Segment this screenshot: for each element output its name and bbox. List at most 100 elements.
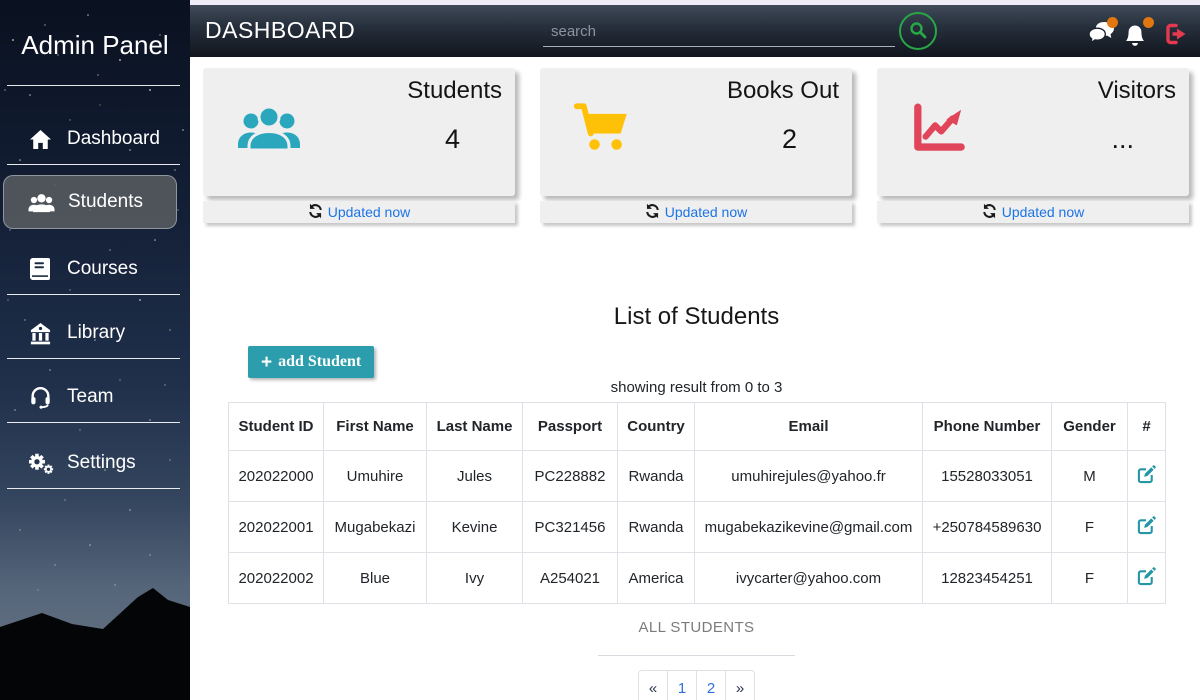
sidebar-item-team[interactable]: Team bbox=[0, 372, 190, 422]
edit-icon bbox=[1137, 465, 1156, 484]
pagination: « 1 2 » bbox=[638, 670, 755, 700]
sidebar-item-label: Dashboard bbox=[67, 128, 160, 150]
divider bbox=[7, 164, 180, 165]
card-title: Visitors bbox=[1098, 77, 1176, 105]
pagination-page-1[interactable]: 1 bbox=[667, 670, 697, 700]
refresh-icon bbox=[982, 203, 997, 222]
result-summary: showing result from 0 to 3 bbox=[228, 379, 1165, 396]
admin-dashboard-page: Admin Panel Dashboard bbox=[0, 0, 1200, 700]
col-first-name: First Name bbox=[324, 403, 427, 451]
sidebar-item-library[interactable]: Library bbox=[0, 308, 190, 358]
cell-last-name: Jules bbox=[427, 451, 523, 502]
sidebar-item-label: Team bbox=[67, 386, 113, 408]
books-out-card[interactable]: Books Out 2 bbox=[540, 68, 852, 196]
sidebar-item-settings[interactable]: Settings bbox=[0, 438, 190, 488]
card-footer-label: Updated now bbox=[1002, 204, 1085, 220]
cell-gender: F bbox=[1052, 502, 1128, 553]
sidebar-item-dashboard[interactable]: Dashboard bbox=[0, 114, 190, 164]
sidebar: Admin Panel Dashboard bbox=[0, 0, 190, 700]
sidebar-item-students[interactable]: Students bbox=[3, 175, 177, 229]
table-row: 202022002 Blue Ivy A254021 America ivyca… bbox=[229, 553, 1166, 604]
col-last-name: Last Name bbox=[427, 403, 523, 451]
search-icon bbox=[909, 21, 927, 42]
edit-row-button[interactable] bbox=[1128, 553, 1166, 604]
notifications-button[interactable] bbox=[1124, 21, 1152, 47]
cell-email: ivycarter@yahoo.com bbox=[695, 553, 923, 604]
sidebar-item-courses[interactable]: Courses bbox=[0, 244, 190, 294]
add-student-button[interactable]: + add Student bbox=[248, 346, 374, 378]
cell-passport: PC228882 bbox=[523, 451, 618, 502]
search-button[interactable] bbox=[899, 12, 937, 50]
notification-dot bbox=[1143, 17, 1154, 28]
col-email: Email bbox=[695, 403, 923, 451]
cell-phone: 15528033051 bbox=[923, 451, 1052, 502]
cell-first-name: Mugabekazi bbox=[324, 502, 427, 553]
pagination-page-2[interactable]: 2 bbox=[696, 670, 726, 700]
col-phone: Phone Number bbox=[923, 403, 1052, 451]
sidebar-item-label: Settings bbox=[67, 452, 136, 474]
divider bbox=[7, 488, 180, 489]
table-footer-label: ALL STUDENTS bbox=[228, 619, 1165, 636]
card-value: ... bbox=[1111, 124, 1134, 155]
col-gender: Gender bbox=[1052, 403, 1128, 451]
table-header-row: Student ID First Name Last Name Passport… bbox=[229, 403, 1166, 451]
col-passport: Passport bbox=[523, 403, 618, 451]
users-icon bbox=[27, 192, 55, 213]
students-card-footer[interactable]: Updated now bbox=[203, 201, 515, 223]
visitors-card-footer[interactable]: Updated now bbox=[877, 201, 1189, 223]
cell-last-name: Kevine bbox=[427, 502, 523, 553]
chart-line-icon bbox=[911, 102, 968, 159]
cell-country: Rwanda bbox=[618, 502, 695, 553]
students-table: Student ID First Name Last Name Passport… bbox=[228, 402, 1166, 604]
col-actions: # bbox=[1128, 403, 1166, 451]
divider bbox=[7, 422, 180, 423]
refresh-icon bbox=[308, 203, 323, 222]
pagination-next[interactable]: » bbox=[725, 670, 755, 700]
books-out-card-footer[interactable]: Updated now bbox=[540, 201, 852, 223]
sidebar-item-label: Students bbox=[68, 191, 143, 213]
edit-row-button[interactable] bbox=[1128, 502, 1166, 553]
book-icon bbox=[26, 258, 54, 280]
pagination-prev[interactable]: « bbox=[638, 670, 668, 700]
divider bbox=[7, 294, 180, 295]
cell-phone: 12823454251 bbox=[923, 553, 1052, 604]
cell-student-id: 202022002 bbox=[229, 553, 324, 604]
cell-gender: M bbox=[1052, 451, 1128, 502]
cell-country: America bbox=[618, 553, 695, 604]
cell-passport: PC321456 bbox=[523, 502, 618, 553]
cell-gender: F bbox=[1052, 553, 1128, 604]
card-footer-label: Updated now bbox=[665, 204, 748, 220]
visitors-card[interactable]: Visitors ... bbox=[877, 68, 1189, 196]
gears-icon bbox=[26, 452, 54, 475]
col-student-id: Student ID bbox=[229, 403, 324, 451]
divider bbox=[598, 655, 795, 656]
search-input[interactable] bbox=[543, 17, 895, 47]
headset-icon bbox=[26, 385, 54, 409]
cart-icon bbox=[574, 102, 632, 158]
logout-button[interactable] bbox=[1163, 22, 1191, 48]
section-heading: List of Students bbox=[228, 303, 1165, 331]
card-footer-label: Updated now bbox=[328, 204, 411, 220]
plus-icon: + bbox=[261, 353, 272, 372]
home-icon bbox=[26, 129, 54, 150]
add-student-label: add Student bbox=[278, 353, 361, 371]
logout-icon bbox=[1163, 22, 1188, 46]
card-value: 2 bbox=[782, 124, 797, 155]
card-title: Students bbox=[407, 77, 502, 105]
col-country: Country bbox=[618, 403, 695, 451]
card-title: Books Out bbox=[727, 77, 839, 105]
sidebar-item-label: Library bbox=[67, 322, 125, 344]
topbar: DASHBOARD bbox=[190, 5, 1200, 57]
students-card[interactable]: Students 4 bbox=[203, 68, 515, 196]
messages-button[interactable] bbox=[1088, 21, 1116, 47]
library-icon bbox=[26, 322, 54, 345]
cell-first-name: Blue bbox=[324, 553, 427, 604]
refresh-icon bbox=[645, 203, 660, 222]
divider bbox=[7, 358, 180, 359]
cell-phone: +250784589630 bbox=[923, 502, 1052, 553]
edit-row-button[interactable] bbox=[1128, 451, 1166, 502]
users-icon bbox=[237, 102, 301, 157]
table-row: 202022001 Mugabekazi Kevine PC321456 Rwa… bbox=[229, 502, 1166, 553]
edit-icon bbox=[1137, 567, 1156, 586]
sidebar-item-label: Courses bbox=[67, 258, 138, 280]
